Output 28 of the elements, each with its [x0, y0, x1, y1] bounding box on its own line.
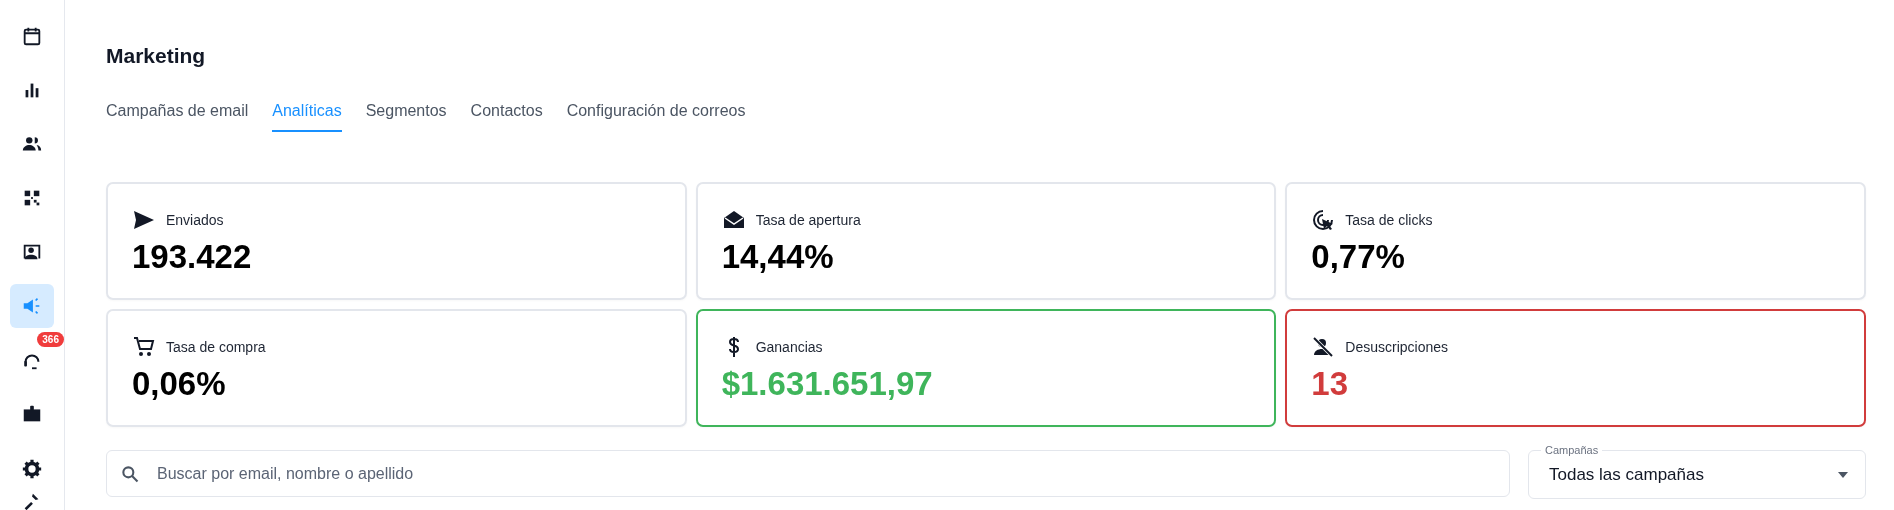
settings-icon — [21, 458, 43, 480]
send-icon — [132, 208, 156, 232]
stat-label: Enviados — [166, 212, 224, 228]
stat-value: 13 — [1311, 365, 1350, 403]
stat-value: 0,06% — [132, 365, 227, 403]
tab[interactable]: Segmentos — [365, 102, 447, 132]
stat-label: Tasa de clicks — [1345, 212, 1433, 228]
stat-value: $1.631.651,97 — [721, 365, 934, 403]
notification-badge: 366 — [37, 332, 64, 347]
stat-value: 0,77% — [1311, 238, 1406, 276]
caret-icon — [1837, 470, 1849, 479]
search-icon — [120, 464, 140, 484]
stat-label: Tasa de apertura — [755, 212, 861, 228]
cart-icon — [132, 335, 156, 359]
search-field[interactable]: Buscar por email, nombre o apellido — [106, 450, 1510, 497]
stat-label: Ganancias — [755, 339, 823, 355]
field-label: Campañas — [1541, 444, 1603, 456]
stat-value: 193.422 — [132, 238, 253, 276]
stat-label: Tasa de compra — [166, 339, 266, 355]
select-value: Todas las campañas — [1549, 464, 1704, 485]
stat-label: Desuscripciones — [1345, 339, 1449, 355]
tab[interactable]: Contactos — [470, 102, 543, 132]
stat-value: 14,44% — [721, 238, 835, 276]
tab[interactable]: Configuración de correos — [566, 102, 746, 132]
person-off-icon — [1311, 335, 1336, 359]
page-title: Marketing — [106, 44, 207, 68]
tab[interactable]: Campañas de email — [106, 102, 249, 132]
click-cursor-icon — [1311, 208, 1336, 232]
